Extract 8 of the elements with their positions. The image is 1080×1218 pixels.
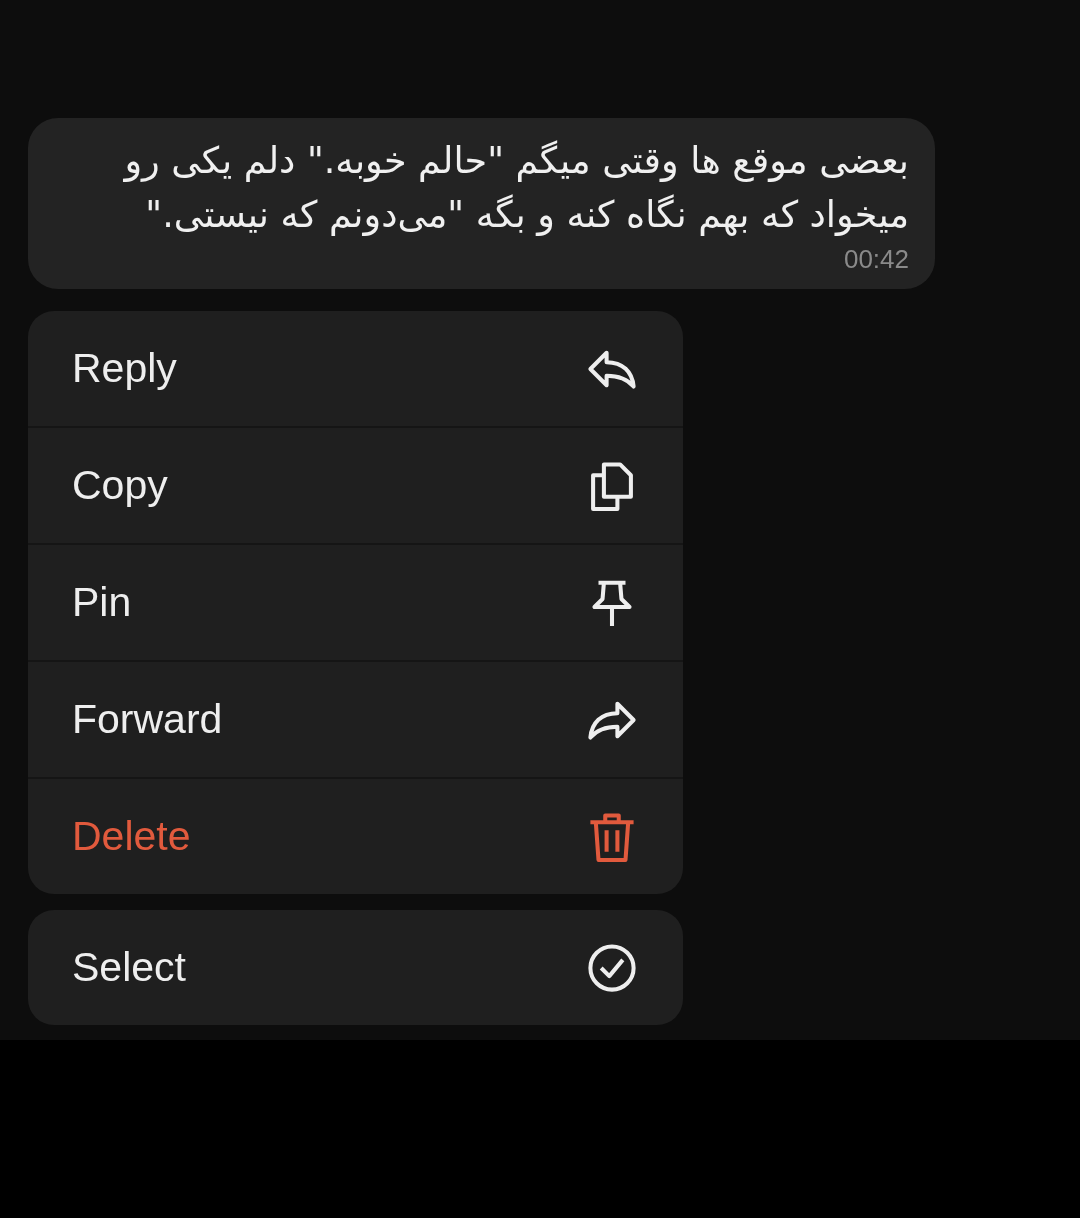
menu-item[interactable]: Delete (28, 777, 683, 894)
message-text: بعضی موقع ها وقتی میگم "حالم خوبه." دلم یکی رو میخواد که بهم نگاه کنه و بگه "می‌دونم که نیستی." (122, 138, 909, 238)
message-time: 00:42 (843, 244, 909, 275)
menu-item[interactable]: Pin (28, 543, 683, 660)
menu-item[interactable]: Forward (28, 660, 683, 777)
menu-item[interactable]: Copy (28, 426, 683, 543)
menu-item[interactable]: Select (28, 910, 683, 1025)
menu-item[interactable]: Reply (28, 311, 683, 426)
